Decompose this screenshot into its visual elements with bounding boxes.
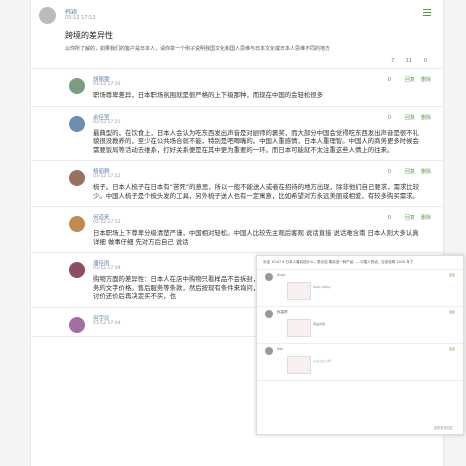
overlay-item: 秋嘉晴 回复商品详情 [257, 307, 463, 344]
overlay-reply-button[interactable]: 回复 [449, 310, 455, 314]
post-stats: 7 11 0 [39, 58, 435, 64]
overlay-list: Suzu 回复 Hello, Kitty! 秋嘉晴 回复 商品详情 kiki 回复 ショッピング [257, 270, 463, 381]
product-thumbnail[interactable] [287, 356, 311, 374]
like-count[interactable]: 7 [391, 58, 394, 64]
like-count[interactable]: 0 [388, 115, 391, 121]
avatar[interactable] [69, 216, 85, 232]
delete-button[interactable]: 删除 [421, 77, 431, 83]
topic-post: 韩颖 03-12 17:13 跨境的差异性 以你所了解的，如果我们的客户是日本人… [31, 0, 443, 69]
reply-button[interactable]: 回复 [405, 77, 415, 83]
overlay-reply-button[interactable]: 回复 [449, 347, 455, 351]
reply-actions: 0 回复删除 [388, 168, 431, 175]
product-thumbnail[interactable] [287, 319, 311, 337]
like-count[interactable]: 0 [388, 169, 391, 175]
reply-item: 余佳莹 03-12 17:21 0 回复 删除 最典型的，在饮食上，日本人会认为吃东西发出… [31, 107, 443, 161]
reply-time: 03-12 17:09 [93, 266, 121, 271]
comment-count[interactable]: 11 [406, 58, 412, 64]
reply-button[interactable]: 回复 [405, 169, 415, 175]
avatar[interactable] [69, 115, 85, 132]
avatar [265, 347, 273, 355]
overlay-caption: ショッピング [313, 359, 332, 363]
delete-button[interactable]: 删除 [421, 215, 431, 221]
reply-text: 梳子。日本人梳子在日本有“苦死”的意思，所以一般不能送人或者在招待的地方出现，除… [93, 183, 420, 200]
reply-time: 03-12 17:22 [93, 220, 121, 225]
reply-item: 何道来 03-12 17:22 0 回复 删除 日本职场上下尊卑分级清楚严谨，中国相对轻松… [31, 207, 443, 253]
reply-actions: 0 回复删除 [388, 214, 431, 221]
avatar [265, 310, 273, 318]
reply-item: 胡佩雯 03-12 17:20 0 回复 删除 职场尊卑差异，日本职场氛围就是很严格的上下… [31, 69, 443, 107]
reply-item: 杨丽群 03-12 17:22 0 回复 删除 梳子。日本人梳子在日本有“苦死”的意思，所… [31, 161, 443, 207]
like-count[interactable]: 0 [388, 215, 391, 221]
reply-actions: 0 回复删除 [388, 114, 431, 121]
avatar[interactable] [39, 7, 56, 24]
overlay-username: kiki [277, 347, 283, 351]
reply-button[interactable]: 回复 [405, 115, 415, 121]
avatar[interactable] [69, 316, 85, 333]
overlay-item: Suzu 回复 Hello, Kitty! [257, 270, 463, 307]
post-title: 跨境的差异性 [65, 31, 113, 40]
avatar[interactable] [69, 78, 85, 94]
menu-icon[interactable] [423, 9, 431, 16]
reply-time: 03-12 17:20 [93, 82, 121, 87]
reply-actions: 0 回复删除 [388, 76, 431, 83]
overlay-caption: Hello, Kitty! [313, 285, 331, 289]
overlay-username: Suzu [277, 273, 286, 277]
overlay-reply-button[interactable]: 回复 [449, 273, 455, 277]
like-count[interactable]: 0 [388, 77, 391, 83]
overlay-footer[interactable]: 查看更多回复 [434, 425, 453, 430]
product-thumbnail[interactable] [287, 282, 311, 300]
reply-button[interactable]: 回复 [405, 215, 415, 221]
reply-text: 日本职场上下尊卑分级清楚严谨，中国相对轻松。中国人比较先主观后客观 说话直接 说… [93, 229, 419, 246]
embedded-screenshot: 长话 10:47 8 日本人喜欢送什么，表示送 喜欢送一种产品……中国人的话，应… [256, 255, 464, 435]
avatar[interactable] [69, 262, 85, 278]
avatar[interactable] [69, 170, 85, 186]
overlay-caption: 商品详情 [313, 322, 326, 326]
delete-button[interactable]: 删除 [421, 115, 431, 121]
overlay-item: kiki 回复ショッピング [257, 344, 463, 381]
reply-time: 03-12 17:22 [93, 174, 121, 179]
delete-button[interactable]: 删除 [421, 169, 431, 175]
post-time: 03-12 17:13 [65, 15, 96, 21]
post-body: 以你所了解的，如果我们的客户是日本人，请你举一个例子说明我国文化和国人思维与日本… [65, 46, 331, 52]
reply-time: 03-12 17:44 [93, 320, 121, 326]
share-count[interactable]: 0 [424, 58, 427, 64]
overlay-username: 秋嘉晴 [277, 310, 288, 314]
overlay-header: 长话 10:47 8 日本人喜欢送什么，表示送 喜欢送一种产品……中国人的话，应… [257, 256, 463, 270]
reply-text: 最典型的，在饮食上，日本人会认为吃东西发出声音是对厨师的褒奖，而大部分中国会觉得… [93, 128, 419, 154]
avatar [265, 273, 273, 281]
reply-text: 职场尊卑差异，日本职场氛围就是很严格的上下级那种，而现在中国的会轻松很多 [93, 91, 324, 99]
reply-time: 03-12 17:21 [93, 119, 121, 125]
